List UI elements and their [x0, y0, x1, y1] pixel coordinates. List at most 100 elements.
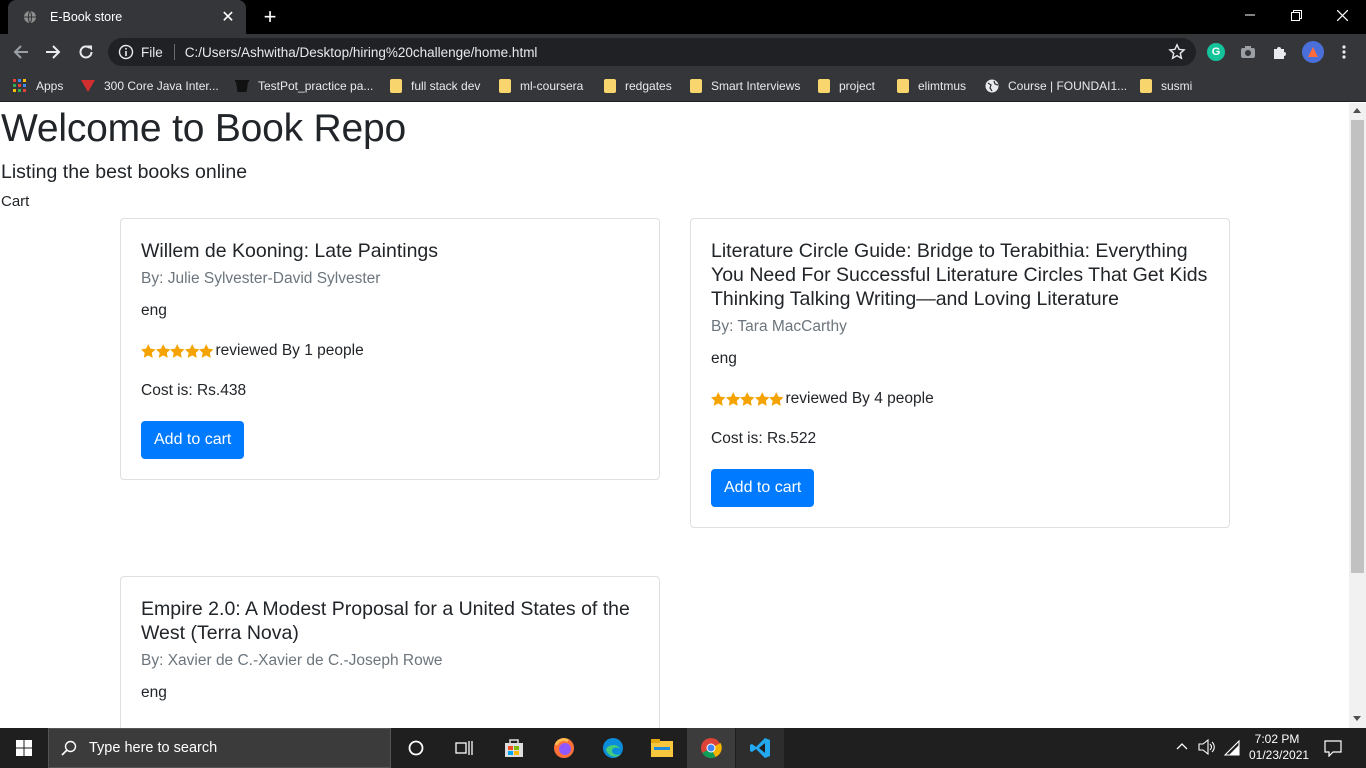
page-subtitle: Listing the best books online: [1, 161, 248, 183]
extensions-puzzle-icon[interactable]: [1271, 43, 1289, 61]
add-to-cart-button[interactable]: Add to cart: [141, 421, 245, 459]
page-title: Welcome to Book Repo: [1, 107, 406, 150]
bookmark-apps[interactable]: Apps: [13, 76, 63, 96]
star-icon: [155, 344, 170, 358]
close-window-icon[interactable]: [1319, 0, 1365, 30]
notification-icon[interactable]: [1324, 739, 1342, 760]
tab-title: E-Book store: [50, 10, 123, 24]
clock-date: 01/23/2021: [1249, 748, 1310, 762]
address-bar[interactable]: File C:/Users/Ashwitha/Desktop/hiring%20…: [108, 38, 1196, 66]
book-title: Empire 2.0: A Modest Proposal for a Unit…: [141, 598, 630, 644]
bookmark-folder-full-stack-dev[interactable]: full stack dev: [390, 76, 480, 96]
back-arrow-icon[interactable]: [8, 39, 34, 65]
bookmark-folder-susmi[interactable]: susmi: [1140, 76, 1192, 96]
folder-icon: [897, 79, 909, 93]
scroll-down-arrow-icon[interactable]: [1353, 716, 1361, 721]
book-rating: reviewed By 4 people: [711, 389, 1209, 409]
menu-kebab-icon[interactable]: [1335, 43, 1353, 61]
tray-chevron-up-icon[interactable]: [1176, 739, 1188, 753]
apps-grid-icon: [13, 79, 26, 92]
bookmark-folder-ml-coursera[interactable]: ml-coursera: [499, 76, 583, 96]
book-language: eng: [711, 350, 737, 367]
folder-icon: [818, 79, 830, 93]
browser-tab-strip: E-Book store ✕ +: [0, 0, 1366, 34]
bookmark-folder-elimtmus[interactable]: elimtmus: [897, 76, 966, 96]
search-icon: [61, 740, 77, 756]
star-icon: [141, 344, 156, 358]
bookmark-folder-redgates[interactable]: redgates: [604, 76, 672, 96]
book-language: eng: [141, 684, 167, 701]
bookmark-label: elimtmus: [918, 79, 967, 93]
bookmark-label: Course | FOUNDAI1...: [1008, 79, 1128, 93]
add-to-cart-button[interactable]: Add to cart: [711, 469, 815, 507]
star-icon: [769, 392, 784, 406]
vscode-icon[interactable]: [736, 728, 784, 768]
star-icon: [740, 392, 755, 406]
camera-icon[interactable]: [1239, 43, 1257, 61]
book-card: Empire 2.0: A Modest Proposal for a Unit…: [120, 576, 660, 728]
grammarly-icon[interactable]: G: [1207, 43, 1225, 61]
bookmark-label: Smart Interviews: [711, 79, 801, 93]
star-icon: [754, 392, 769, 406]
new-tab-icon[interactable]: +: [258, 5, 282, 29]
cart-link[interactable]: Cart: [1, 193, 29, 210]
volume-icon[interactable]: [1198, 738, 1216, 758]
scroll-up-arrow-icon[interactable]: [1353, 108, 1361, 113]
taskbar-search-box[interactable]: Type here to search: [48, 728, 391, 768]
book-title: Literature Circle Guide: Bridge to Terab…: [711, 240, 1208, 310]
bookmark-core-java[interactable]: 300 Core Java Inter...: [81, 76, 219, 96]
book-author: By: Xavier de C.-Xavier de C.-Joseph Row…: [141, 652, 443, 669]
firefox-icon[interactable]: [540, 728, 588, 768]
edge-icon[interactable]: [589, 728, 637, 768]
globe-icon: [985, 79, 999, 93]
star-rating: [141, 344, 214, 358]
cortana-icon[interactable]: [392, 728, 440, 768]
review-count: reviewed By 1 people: [215, 342, 364, 359]
search-placeholder: Type here to search: [89, 740, 218, 756]
scrollbar-thumb[interactable]: [1351, 120, 1364, 573]
globe-icon: [22, 9, 38, 25]
star-rating: [711, 392, 784, 406]
url-text[interactable]: C:/Users/Ashwitha/Desktop/hiring%20chall…: [185, 45, 1168, 60]
bookmark-label: susmi: [1161, 79, 1193, 93]
windows-taskbar: Type here to search 7:02 PM 01/23/2021: [0, 728, 1366, 768]
address-separator: [173, 44, 175, 60]
bookmark-label: full stack dev: [411, 79, 481, 93]
restore-icon[interactable]: [1273, 0, 1319, 30]
bookmark-star-icon[interactable]: [1168, 43, 1186, 61]
book-rating: reviewed By 1 people: [141, 341, 639, 361]
bucket-icon: [235, 80, 249, 92]
review-count: reviewed By 4 people: [785, 390, 934, 407]
chrome-taskbar-icon[interactable]: [687, 728, 735, 768]
bookmark-folder-project[interactable]: project: [818, 76, 875, 96]
browser-toolbar: File C:/Users/Ashwitha/Desktop/hiring%20…: [0, 34, 1366, 70]
bookmark-testpot[interactable]: TestPot_practice pa...: [235, 76, 373, 96]
clock-time: 7:02 PM: [1254, 732, 1300, 746]
forward-arrow-icon[interactable]: [40, 39, 66, 65]
book-author: By: Tara MacCarthy: [711, 318, 847, 335]
folder-icon: [690, 79, 702, 93]
wifi-icon[interactable]: [1223, 739, 1240, 759]
star-icon: [184, 344, 199, 358]
page-scrollbar[interactable]: [1349, 103, 1366, 728]
bookmark-course-foundai[interactable]: Course | FOUNDAI1...: [985, 76, 1127, 96]
close-tab-icon[interactable]: ✕: [218, 7, 238, 27]
microsoft-store-icon[interactable]: [490, 728, 538, 768]
star-icon: [199, 344, 214, 358]
profile-avatar[interactable]: [1302, 41, 1324, 63]
minimize-icon[interactable]: [1227, 0, 1273, 30]
info-icon[interactable]: [118, 44, 134, 60]
bookmark-label: redgates: [625, 79, 672, 93]
bookmark-folder-smart-interviews[interactable]: Smart Interviews: [690, 76, 800, 96]
book-title: Willem de Kooning: Late Paintings: [141, 240, 439, 262]
file-explorer-icon[interactable]: [638, 728, 686, 768]
bookmark-label: TestPot_practice pa...: [258, 79, 374, 93]
reload-icon[interactable]: [73, 39, 99, 65]
task-view-icon[interactable]: [440, 728, 488, 768]
windows-start-icon[interactable]: [0, 728, 48, 768]
clock[interactable]: 7:02 PM 01/23/2021: [1249, 731, 1310, 763]
book-cost: Cost is: Rs.438: [141, 382, 247, 399]
url-scheme-label: File: [141, 44, 163, 60]
browser-tab[interactable]: E-Book store ✕: [8, 0, 246, 34]
book-card: Literature Circle Guide: Bridge to Terab…: [690, 218, 1230, 528]
